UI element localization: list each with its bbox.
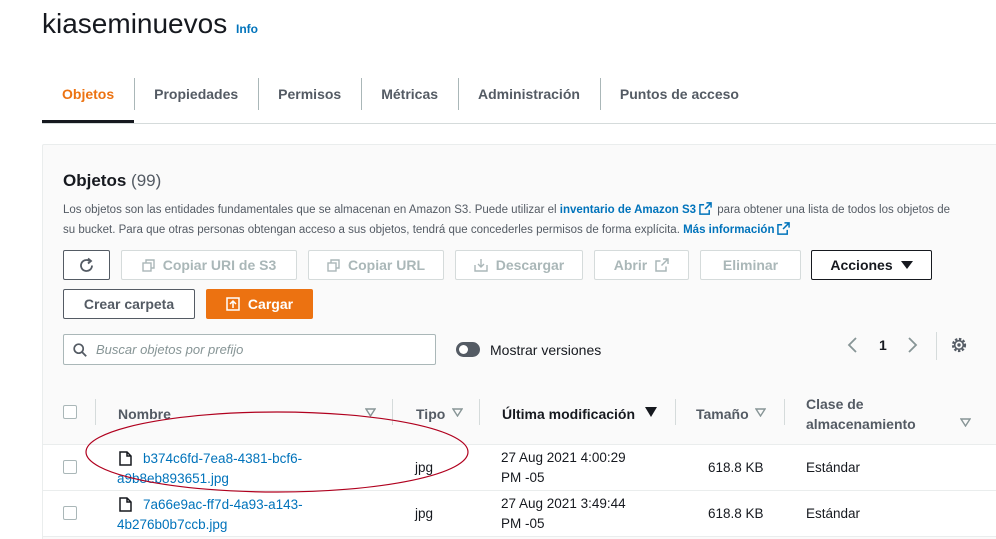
caret-down-icon bbox=[900, 261, 913, 269]
column-divider bbox=[479, 399, 480, 425]
create-folder-button[interactable]: Crear carpeta bbox=[63, 289, 195, 319]
download-label: Descargar bbox=[495, 257, 565, 273]
pagination-divider bbox=[936, 332, 937, 360]
panel-title: Objetos (99) bbox=[63, 171, 161, 191]
upload-icon bbox=[226, 297, 240, 311]
upload-label: Cargar bbox=[247, 296, 294, 312]
open-button[interactable]: Abrir bbox=[594, 250, 689, 280]
column-header-name[interactable]: Nombre bbox=[118, 406, 171, 422]
table-row[interactable]: b374c6fd-7ea8-4381-bcf6-a9b8eb893651.jpg… bbox=[43, 445, 996, 491]
versions-toggle-label: Mostrar versiones bbox=[490, 342, 602, 358]
copy-url-label: Copiar URL bbox=[348, 257, 425, 273]
object-modified-tz: PM -05 bbox=[501, 516, 545, 531]
tab-access-points[interactable]: Puntos de acceso bbox=[599, 78, 759, 110]
column-header-size[interactable]: Tamaño bbox=[696, 406, 749, 422]
select-all-checkbox[interactable] bbox=[63, 405, 77, 419]
column-header-modified[interactable]: Última modificación bbox=[502, 406, 635, 422]
sort-icon[interactable] bbox=[452, 408, 463, 417]
chevron-left-icon[interactable] bbox=[846, 337, 860, 353]
object-modified-tz: PM -05 bbox=[501, 470, 545, 485]
sort-icon[interactable] bbox=[960, 418, 971, 427]
tab-properties[interactable]: Propiedades bbox=[134, 78, 258, 110]
description-text-1: Los objetos son las entidades fundamenta… bbox=[63, 204, 560, 216]
row-checkbox[interactable] bbox=[63, 460, 77, 474]
gear-icon[interactable] bbox=[950, 336, 968, 354]
object-modified-date: 27 Aug 2021 4:00:29 bbox=[501, 450, 626, 465]
objects-panel: Objetos (99) Los objetos son las entidad… bbox=[42, 144, 996, 539]
tab-bar: Objetos Propiedades Permisos Métricas Ad… bbox=[42, 78, 996, 124]
external-link-icon bbox=[699, 202, 712, 215]
external-link-icon bbox=[655, 258, 669, 272]
column-divider bbox=[95, 399, 96, 425]
versions-toggle[interactable] bbox=[456, 342, 480, 357]
column-divider bbox=[392, 399, 393, 425]
object-size: 618.8 KB bbox=[708, 506, 764, 521]
search-icon bbox=[73, 343, 87, 357]
object-count: (99) bbox=[131, 171, 162, 190]
row-checkbox[interactable] bbox=[63, 506, 77, 520]
column-header-type[interactable]: Tipo bbox=[416, 406, 445, 422]
bucket-title: kiaseminuevos bbox=[42, 8, 228, 39]
copy-s3-uri-label: Copiar URI de S3 bbox=[162, 257, 277, 273]
upload-button[interactable]: Cargar bbox=[206, 289, 313, 319]
object-size: 618.8 KB bbox=[708, 460, 764, 475]
chevron-right-icon[interactable] bbox=[905, 337, 919, 353]
object-type: jpg bbox=[415, 506, 434, 521]
column-divider bbox=[784, 399, 785, 425]
download-icon bbox=[474, 259, 488, 272]
object-storage-class: Estándar bbox=[806, 506, 861, 521]
sort-icon[interactable] bbox=[365, 408, 376, 417]
open-label: Abrir bbox=[613, 257, 648, 273]
column-header-storage-line2: almacenamiento bbox=[806, 416, 916, 432]
object-modified: 27 Aug 2021 4:00:29 PM -05 bbox=[501, 448, 626, 488]
sort-icon[interactable] bbox=[755, 408, 766, 417]
tab-management[interactable]: Administración bbox=[458, 78, 600, 110]
column-divider bbox=[675, 399, 676, 425]
search-input[interactable] bbox=[96, 335, 426, 364]
panel-description: Los objetos son las entidades fundamenta… bbox=[63, 201, 953, 240]
page-number[interactable]: 1 bbox=[879, 337, 887, 353]
actions-dropdown[interactable]: Acciones bbox=[811, 250, 932, 280]
external-link-icon bbox=[777, 221, 791, 235]
more-info-link[interactable]: Más información bbox=[683, 224, 774, 236]
download-button[interactable]: Descargar bbox=[455, 250, 583, 280]
object-modified-date: 27 Aug 2021 3:49:44 bbox=[501, 496, 626, 511]
table-header: Nombre Tipo Última modificación Tamaño C… bbox=[43, 381, 996, 445]
search-box bbox=[63, 334, 436, 365]
copy-url-button[interactable]: Copiar URL bbox=[308, 250, 444, 280]
copy-icon bbox=[327, 258, 340, 272]
refresh-icon bbox=[80, 257, 93, 272]
refresh-button[interactable] bbox=[63, 250, 110, 280]
actions-label: Acciones bbox=[830, 257, 893, 273]
delete-button[interactable]: Eliminar bbox=[700, 250, 801, 280]
delete-label: Eliminar bbox=[722, 257, 779, 273]
copy-s3-uri-button[interactable]: Copiar URI de S3 bbox=[121, 250, 297, 280]
tab-objects[interactable]: Objetos bbox=[42, 78, 135, 123]
column-header-storage-class[interactable]: Clase de almacenamiento bbox=[806, 396, 916, 432]
panel-title-text: Objetos bbox=[63, 171, 127, 190]
object-name-link[interactable]: b374c6fd-7ea8-4381-bcf6-a9b8eb893651.jpg bbox=[117, 449, 347, 489]
inventory-link[interactable]: inventario de Amazon S3 bbox=[560, 204, 696, 216]
copy-icon bbox=[142, 258, 155, 272]
object-name-link[interactable]: 7a66e9ac-ff7d-4a93-a143-4b276b0b7ccb.jpg bbox=[117, 495, 347, 535]
info-link[interactable]: Info bbox=[236, 22, 258, 36]
tab-permissions[interactable]: Permisos bbox=[258, 78, 361, 110]
sort-descending-icon[interactable] bbox=[645, 407, 657, 417]
object-type: jpg bbox=[415, 460, 434, 475]
object-storage-class: Estándar bbox=[806, 460, 861, 475]
tab-metrics[interactable]: Métricas bbox=[361, 78, 458, 110]
create-folder-label: Crear carpeta bbox=[83, 296, 175, 312]
object-modified: 27 Aug 2021 3:49:44 PM -05 bbox=[501, 494, 626, 534]
column-header-storage-line1: Clase de bbox=[806, 396, 864, 412]
table-row[interactable]: 7a66e9ac-ff7d-4a93-a143-4b276b0b7ccb.jpg… bbox=[43, 491, 996, 537]
